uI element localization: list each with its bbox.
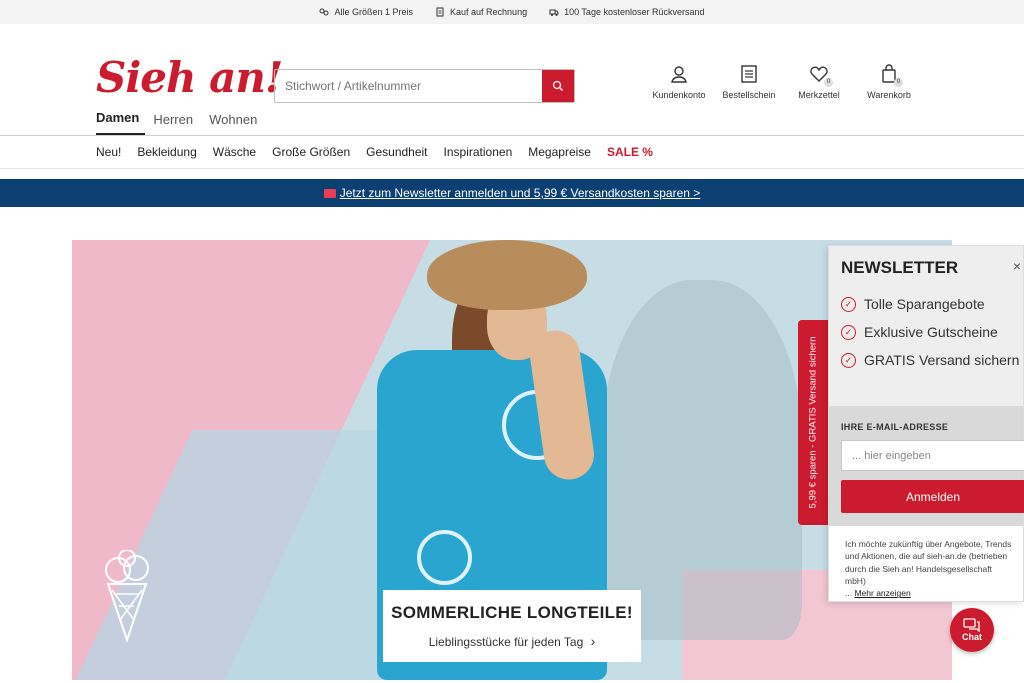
account-label: Kundenkonto [652, 90, 706, 100]
search-bar [274, 69, 575, 103]
cart-link[interactable]: 0 Warenkorb [854, 64, 924, 100]
benefit-label: GRATIS Versand sichern [864, 352, 1020, 368]
chat-icon [963, 618, 980, 632]
email-label: IHRE E-MAIL-ADRESSE [841, 422, 949, 432]
tab-damen[interactable]: Damen [96, 110, 146, 135]
consent-text: Ich möchte zukünftig über Angebote, Tren… [845, 539, 1012, 586]
cat-grosse-groessen[interactable]: Große Größen [272, 145, 350, 159]
cat-neu[interactable]: Neu! [96, 145, 121, 159]
check-circle-icon: ✓ [841, 352, 856, 368]
check-circle-icon: ✓ [841, 324, 856, 340]
main-navigation-tabs: Damen Herren Wohnen [0, 102, 1024, 136]
newsletter-flyout: NEWSLETTER × ✓ Tolle Sparangebote ✓ Exklus… [828, 245, 1024, 602]
check-circle-icon: ✓ [841, 296, 856, 312]
category-navigation: Neu! Bekleidung Wäsche Große Größen Gesu… [0, 136, 1024, 169]
wishlist-count-badge: 0 [824, 78, 833, 87]
show-more-link[interactable]: Mehr anzeigen [854, 588, 910, 598]
invoice-icon [436, 7, 444, 17]
tab-herren[interactable]: Herren [153, 112, 201, 135]
cart-label: Warenkorb [867, 90, 911, 100]
hero-title: SOMMERLICHE LONGTEILE! [391, 603, 633, 622]
chevron-right-icon: › [590, 633, 596, 649]
hero-shadow [602, 280, 802, 640]
newsletter-consent-text: Ich möchte zukünftig über Angebote, Tren… [829, 526, 1023, 600]
model-hat [427, 240, 587, 310]
wishlist-label: Merkzettel [798, 90, 840, 100]
benefit-item: ✓ Exklusive Gutscheine [841, 324, 1023, 340]
search-button[interactable] [542, 70, 574, 102]
user-icon [671, 66, 687, 83]
newsletter-form: IHRE E-MAIL-ADRESSE ... hier eingeben An… [829, 406, 1024, 526]
cat-gesundheit[interactable]: Gesundheit [366, 145, 427, 159]
newsletter-header: NEWSLETTER × ✓ Tolle Sparangebote ✓ Exklus… [829, 246, 1023, 406]
tab-wohnen[interactable]: Wohnen [209, 112, 265, 135]
mail-icon [323, 188, 336, 198]
newsletter-benefits: ✓ Tolle Sparangebote ✓ Exklusive Gutschein… [841, 296, 1023, 368]
search-input[interactable] [275, 70, 542, 102]
benefit-label: Exklusive Gutscheine [864, 324, 998, 340]
cat-waesche[interactable]: Wäsche [213, 145, 256, 159]
newsletter-promo-link[interactable]: Jetzt zum Newsletter anmelden und 5,99 €… [340, 186, 701, 200]
top-info-bar: Alle Größen 1 Preis Kauf auf Rechnung 10… [0, 0, 1024, 24]
topbar-item-sizes: Alle Größen 1 Preis [319, 7, 413, 17]
topbar-label: Kauf auf Rechnung [450, 7, 528, 17]
close-icon[interactable]: × [1013, 258, 1021, 274]
subscribe-button[interactable]: Anmelden [841, 480, 1024, 513]
benefit-item: ✓ GRATIS Versand sichern [841, 352, 1023, 368]
topbar-label: 100 Tage kostenloser Rückversand [564, 7, 705, 17]
cat-bekleidung[interactable]: Bekleidung [137, 145, 196, 159]
chat-button[interactable]: Chat [950, 608, 994, 652]
order-form-label: Bestellschein [722, 90, 776, 100]
email-field[interactable]: ... hier eingeben [841, 440, 1024, 471]
wishlist-link[interactable]: 0 Merkzettel [784, 64, 854, 100]
chat-label: Chat [962, 632, 982, 642]
hero-cta-card[interactable]: SOMMERLICHE LONGTEILE! Lieblingsstücke f… [383, 590, 641, 662]
hero-subtitle-link[interactable]: Lieblingsstücke für jeden Tag › [383, 633, 641, 649]
topbar-label: Alle Größen 1 Preis [334, 7, 414, 17]
size-icon [319, 8, 329, 16]
search-icon [552, 80, 563, 91]
cat-inspirationen[interactable]: Inspirationen [444, 145, 513, 159]
list-icon [741, 65, 757, 83]
newsletter-title: NEWSLETTER [841, 258, 959, 277]
header-icons: Kundenkonto Bestellschein 0 Merkzettel 0… [644, 64, 924, 100]
icecream-icon [105, 550, 149, 644]
cart-count-badge: 0 [894, 78, 903, 87]
benefit-label: Tolle Sparangebote [864, 296, 985, 312]
site-header: Sieh an! Kundenkonto Bestellschein 0 Mer… [0, 24, 1024, 103]
topbar-item-invoice: Kauf auf Rechnung [435, 7, 527, 17]
shirt-flower [417, 530, 472, 585]
truck-icon [549, 9, 559, 16]
side-tab-label: 5,99 € sparen - GRATIS Versand sichern [807, 336, 819, 509]
order-form-link[interactable]: Bestellschein [714, 64, 784, 100]
consent-ellipsis: ... [845, 588, 853, 599]
cat-sale[interactable]: SALE % [607, 145, 653, 159]
cat-megapreise[interactable]: Megapreise [528, 145, 591, 159]
account-link[interactable]: Kundenkonto [644, 64, 714, 100]
hero-subtitle: Lieblingsstücke für jeden Tag [428, 635, 584, 649]
site-logo[interactable]: Sieh an! [96, 57, 283, 99]
newsletter-promo-bar[interactable]: Jetzt zum Newsletter anmelden und 5,99 €… [0, 179, 1024, 207]
newsletter-side-tab[interactable]: 5,99 € sparen - GRATIS Versand sichern [798, 320, 828, 525]
topbar-item-return: 100 Tage kostenloser Rückversand [549, 7, 705, 17]
benefit-item: ✓ Tolle Sparangebote [841, 296, 1023, 312]
